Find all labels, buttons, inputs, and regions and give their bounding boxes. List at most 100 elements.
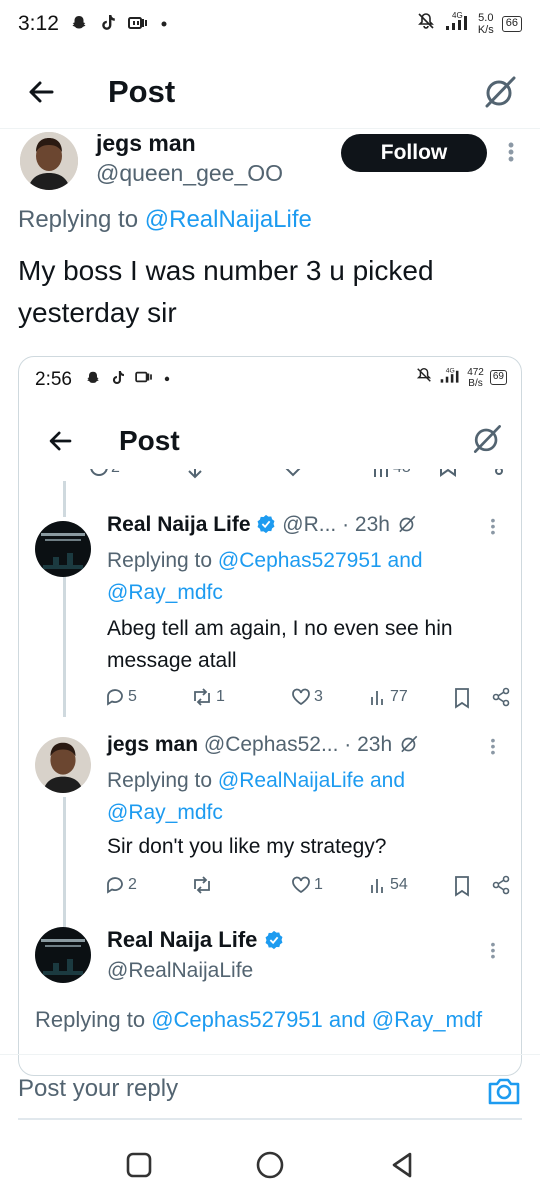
- grok-icon: [485, 76, 516, 108]
- replying-mention[interactable]: @RealNaijaLife: [145, 206, 312, 233]
- embedded-status-icons: [85, 370, 171, 390]
- bookmark-icon: [453, 875, 471, 897]
- thread-line: [63, 797, 66, 927]
- tiktok-icon: [100, 14, 116, 37]
- grok-icon: [399, 515, 416, 533]
- replying-and: and: [387, 549, 423, 572]
- back-button[interactable]: [22, 72, 62, 112]
- replying-prefix: Replying to: [107, 549, 213, 572]
- reply-time: · 23h: [344, 733, 393, 756]
- avatar: [35, 927, 91, 983]
- replying-to: Replying to @RealNaijaLife and @Ray_mdfc: [107, 765, 507, 829]
- gallery-icon: [128, 15, 148, 36]
- avatar[interactable]: [20, 132, 78, 190]
- more-options-icon: • • •: [490, 732, 496, 760]
- verified-badge-icon: [257, 514, 275, 534]
- gallery-icon: [135, 370, 153, 390]
- reply-author-name: Real Naija Life: [107, 513, 251, 536]
- replying-mention: @Ray_mdfc: [107, 581, 223, 604]
- reply-actions: 5 1 3 77: [105, 687, 510, 713]
- reply-time: · 23h: [342, 513, 390, 536]
- replying-mention: @Ray_mdfc: [107, 801, 223, 824]
- replying-to: Replying to @Cephas527951 and @Ray_mdf: [35, 1007, 482, 1033]
- reply-text: Sir don't you like my strategy?: [107, 835, 387, 858]
- views-count-value: 54: [390, 876, 408, 893]
- share-icon: [491, 875, 511, 895]
- status-time: 3:12: [18, 12, 59, 35]
- battery-indicator: 66: [501, 15, 522, 32]
- reply-count: 2: [105, 875, 137, 895]
- heart-icon: [292, 876, 310, 894]
- replying-prefix: Replying to: [18, 206, 139, 233]
- tiktok-icon: [111, 370, 125, 390]
- thread-line: [63, 481, 66, 517]
- grok-icon: [401, 735, 418, 753]
- snapchat-icon: [70, 14, 88, 37]
- post-author-name: Real Naija Life: [107, 927, 258, 952]
- like-count-value: 1: [314, 876, 323, 893]
- reply-header: Real Naija Life @R... · 23h: [107, 513, 418, 537]
- author-name[interactable]: jegs man: [96, 130, 196, 157]
- cut-off-reply-count: 2: [111, 469, 120, 477]
- repost-count: 1: [191, 687, 225, 707]
- reply-count-value: 2: [128, 876, 137, 893]
- profile-photo: [20, 132, 78, 190]
- attached-screenshot[interactable]: 2:56 4G 472 B/s 69 Post 2 48: [18, 356, 522, 1076]
- post-author-handle: @RealNaijaLife: [107, 959, 254, 982]
- reply-text: Abeg tell am again, I no even see hin me…: [107, 617, 453, 672]
- views-count-value: 77: [390, 688, 408, 705]
- signal-icon: 4G: [444, 10, 470, 37]
- channel-logo: [35, 927, 91, 983]
- author-handle[interactable]: @queen_gee_OO: [96, 160, 283, 187]
- embedded-battery: 69: [489, 370, 507, 385]
- silent-icon: [415, 366, 433, 389]
- status-system-icons: 4G 5.0 K/s 66: [416, 10, 522, 37]
- tweet-text: My boss I was number 3 u picked yesterda…: [18, 255, 434, 328]
- replying-mention: @Ray_mdf: [371, 1007, 483, 1032]
- signal-icon: 4G: [439, 365, 461, 390]
- more-options-icon[interactable]: • • •: [504, 136, 518, 168]
- embedded-page-title: Post: [119, 425, 180, 456]
- heart-icon: [292, 688, 310, 706]
- net-speed-value: 5.0: [478, 11, 494, 24]
- composer-divider: [18, 1118, 522, 1120]
- camera-icon: [488, 1078, 520, 1105]
- replying-mention: @Cephas527951: [217, 549, 382, 572]
- views-count: 54: [369, 875, 408, 895]
- share-icon: [491, 687, 511, 707]
- embedded-back-arrow-icon: [43, 423, 79, 459]
- dot-icon: [160, 14, 168, 37]
- back-nav-button[interactable]: [386, 1148, 420, 1182]
- replying-to: Replying to @Cephas527951 and @Ray_mdfc: [107, 545, 507, 609]
- back-triangle-icon: [392, 1152, 412, 1178]
- more-options-icon: • • •: [490, 512, 496, 540]
- grok-button[interactable]: [480, 72, 520, 112]
- like-count: 1: [291, 875, 323, 895]
- embedded-net-speed-unit: B/s: [468, 377, 483, 389]
- page-title: Post: [108, 74, 176, 109]
- camera-button[interactable]: [486, 1075, 522, 1107]
- embedded-net-speed-value: 472: [467, 366, 484, 378]
- bookmark-icon: [453, 687, 471, 709]
- app-header: Post: [0, 60, 540, 126]
- net-speed-unit: K/s: [477, 23, 494, 36]
- replying-and: and: [328, 1007, 366, 1032]
- reply-author-name: jegs man: [107, 733, 199, 756]
- post-author: Real Naija Life: [107, 927, 284, 953]
- recents-button[interactable]: [122, 1148, 156, 1182]
- dot-icon: [163, 370, 171, 390]
- replying-and: and: [369, 769, 406, 792]
- like-count: 3: [291, 687, 323, 707]
- reply-input[interactable]: [18, 1075, 458, 1103]
- snapchat-icon: [85, 370, 101, 390]
- follow-button[interactable]: Follow: [341, 134, 487, 172]
- embedded-grok-icon: [469, 421, 505, 457]
- reply-composer: [0, 1054, 540, 1120]
- comment-icon: [107, 877, 123, 894]
- replying-prefix: Replying to: [107, 769, 213, 792]
- repost-icon: [194, 688, 210, 706]
- more-options-icon: • • •: [490, 936, 496, 964]
- home-button[interactable]: [253, 1148, 287, 1182]
- views-icon: [371, 879, 383, 893]
- repost-icon: [194, 876, 210, 894]
